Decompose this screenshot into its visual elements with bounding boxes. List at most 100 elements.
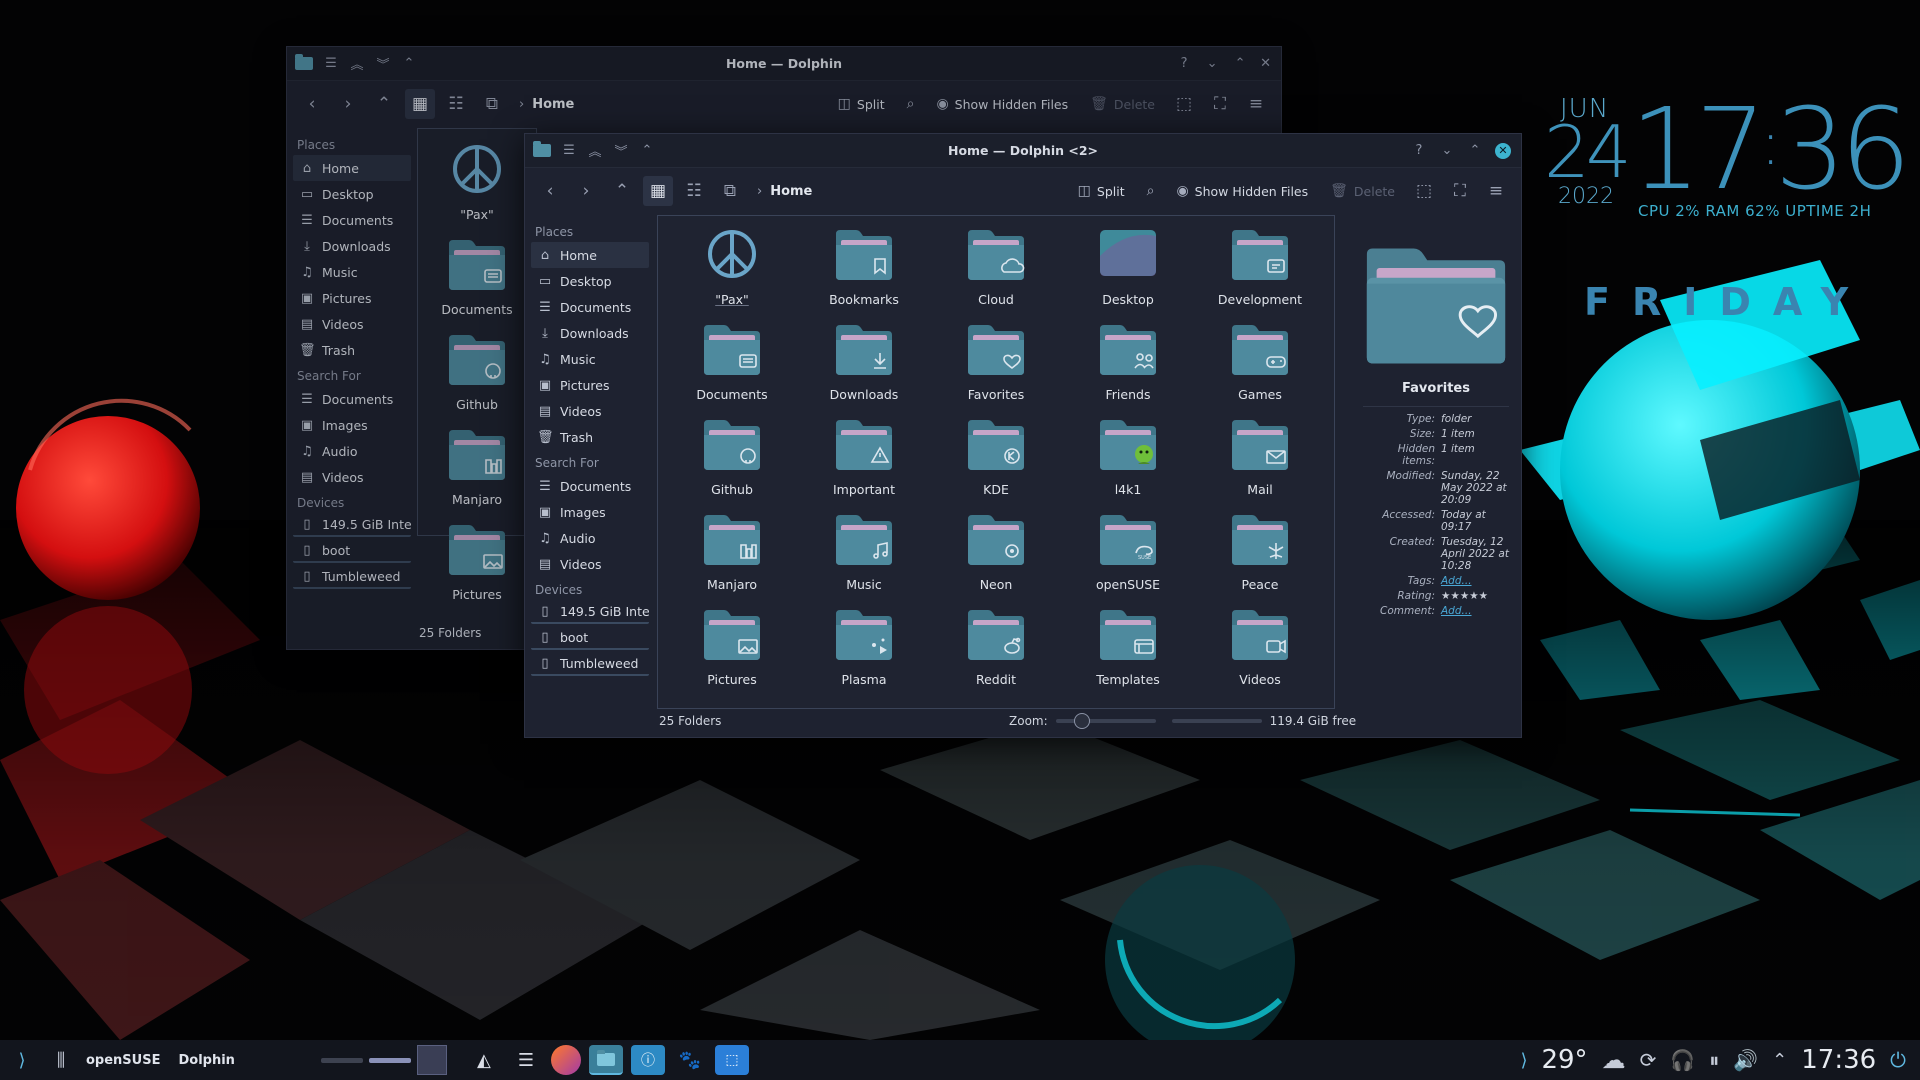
breadcrumb[interactable]: › Home: [519, 97, 574, 112]
folder-item[interactable]: Bookmarks: [798, 226, 930, 321]
sidebar-search-audio[interactable]: ♫ Audio: [293, 438, 411, 464]
search-button[interactable]: ⌕: [899, 89, 923, 119]
info-center-icon[interactable]: ⓘ: [630, 1045, 665, 1075]
menu-icon[interactable]: ☰: [561, 143, 577, 158]
taskbar-window-label[interactable]: Dolphin: [178, 1053, 234, 1068]
folder-item[interactable]: l4k1: [1062, 416, 1194, 511]
weather-temperature[interactable]: 29°: [1541, 1045, 1587, 1075]
forward-icon[interactable]: ›: [333, 89, 363, 119]
folder-item[interactable]: Manjaro: [445, 426, 509, 521]
update-icon[interactable]: ⟳: [1640, 1040, 1657, 1080]
activity-icon[interactable]: ⫼: [44, 1040, 78, 1080]
settings-icon[interactable]: ☰: [509, 1045, 543, 1075]
sidebar-device-internal[interactable]: ▯149.5 GiB Inte...: [293, 513, 411, 537]
add-link[interactable]: Add...: [1441, 605, 1472, 617]
back-icon[interactable]: ‹: [297, 89, 327, 119]
folder-item[interactable]: Favorites: [930, 321, 1062, 416]
keep-below-icon[interactable]: ︾: [375, 54, 391, 73]
select-icon[interactable]: ⬚: [1409, 176, 1439, 206]
search-button[interactable]: ⌕: [1139, 176, 1163, 206]
folder-item[interactable]: Friends: [1062, 321, 1194, 416]
minimize-icon[interactable]: ⌄: [1204, 56, 1220, 71]
show-hidden-button[interactable]: ◉ Show Hidden Files: [1168, 176, 1316, 206]
back-icon[interactable]: ‹: [535, 176, 565, 206]
sidebar-item-home[interactable]: ⌂ Home: [293, 155, 411, 181]
select-all-icon[interactable]: ⛶: [1205, 89, 1235, 119]
sidebar-item-documents[interactable]: ☰ Documents: [531, 294, 649, 320]
titlebar[interactable]: ☰ ︽ ︾ ⌃ Home — Dolphin ? ⌄ ⌃ ✕: [287, 47, 1281, 81]
maximize-icon[interactable]: ⌃: [1467, 143, 1483, 158]
sidebar-device-boot[interactable]: ▯ boot: [531, 626, 649, 650]
select-all-icon[interactable]: ⛶: [1445, 176, 1475, 206]
details-view-icon[interactable]: ⧉: [477, 89, 507, 119]
sidebar-item-home[interactable]: ⌂ Home: [531, 242, 649, 268]
titlebar[interactable]: ☰ ︽ ︾ ⌃ Home — Dolphin <2> ? ⌄ ⌃ ✕: [525, 134, 1521, 168]
show-hidden-button[interactable]: ◉ Show Hidden Files: [928, 89, 1076, 119]
folder-item[interactable]: Downloads: [798, 321, 930, 416]
breadcrumb-home[interactable]: Home: [770, 184, 812, 199]
forward-icon[interactable]: ›: [571, 176, 601, 206]
keep-above-icon[interactable]: ︽: [587, 141, 603, 160]
sidebar-search-documents[interactable]: ☰ Documents: [531, 473, 649, 499]
maximize-icon[interactable]: ⌃: [1232, 56, 1248, 71]
keep-below-icon[interactable]: ︾: [613, 141, 629, 160]
weather-icon[interactable]: ☁: [1602, 1040, 1626, 1080]
folder-item[interactable]: Documents: [666, 321, 798, 416]
folder-item[interactable]: Videos: [1194, 606, 1326, 701]
pager-desktop-3[interactable]: [416, 1045, 447, 1075]
sidebar-item-trash[interactable]: 🗑 Trash: [531, 424, 649, 450]
folder-item[interactable]: Documents: [441, 236, 513, 331]
folder-item[interactable]: Music: [798, 511, 930, 606]
sidebar-item-music[interactable]: ♫ Music: [293, 259, 411, 285]
add-link[interactable]: Add...: [1441, 575, 1472, 587]
breadcrumb-home[interactable]: Home: [532, 97, 574, 112]
pager-desktop-2[interactable]: [368, 1057, 411, 1063]
folder-item[interactable]: Reddit: [930, 606, 1062, 701]
tray-expand-icon[interactable]: ⌃: [1772, 1040, 1787, 1080]
icons-view-icon[interactable]: ▦: [405, 89, 435, 119]
dolphin-taskbar-icon[interactable]: [588, 1045, 623, 1075]
rating-stars[interactable]: ★★★★★: [1441, 590, 1488, 602]
folder-item[interactable]: Important: [798, 416, 930, 511]
hamburger-menu-icon[interactable]: ≡: [1481, 176, 1511, 206]
folder-item[interactable]: Plasma: [798, 606, 930, 701]
delete-button[interactable]: 🗑 Delete: [1082, 89, 1163, 119]
sidebar-search-images[interactable]: ▣ Images: [531, 499, 649, 525]
dolphin-window[interactable]: ☰ ︽ ︾ ⌃ Home — Dolphin <2> ? ⌄ ⌃ ✕ ‹ › ⌃…: [524, 133, 1522, 738]
sidebar-search-images[interactable]: ▣ Images: [293, 412, 411, 438]
zoom-slider-handle[interactable]: [1073, 713, 1090, 729]
sidebar-item-pictures[interactable]: ▣ Pictures: [293, 285, 411, 311]
zoom-slider[interactable]: [1055, 713, 1156, 729]
split-button[interactable]: ◫ Split: [1070, 176, 1133, 206]
folder-item[interactable]: Github: [445, 331, 509, 426]
sidebar-item-downloads[interactable]: ⤓ Downloads: [293, 233, 411, 259]
breadcrumb[interactable]: › Home: [757, 184, 812, 199]
power-icon[interactable]: ⏻: [1890, 1040, 1906, 1080]
headphones-icon[interactable]: 🎧: [1670, 1040, 1695, 1080]
help-icon[interactable]: ?: [1411, 143, 1427, 158]
sidebar-search-documents[interactable]: ☰ Documents: [293, 386, 411, 412]
help-icon[interactable]: ?: [1176, 56, 1192, 71]
menu-icon[interactable]: ☰: [323, 56, 339, 71]
folder-item[interactable]: Development: [1194, 226, 1326, 321]
folder-item[interactable]: Templates: [1062, 606, 1194, 701]
folder-item[interactable]: KDE: [930, 416, 1062, 511]
discover-icon[interactable]: ⬚: [714, 1045, 749, 1075]
select-icon[interactable]: ⬚: [1169, 89, 1199, 119]
folder-item[interactable]: Cloud: [930, 226, 1062, 321]
up-icon[interactable]: ⌃: [369, 89, 399, 119]
sidebar-item-videos[interactable]: ▤ Videos: [293, 311, 411, 337]
close-icon[interactable]: ✕: [1495, 142, 1511, 159]
pager-desktop-1[interactable]: [320, 1057, 363, 1063]
folder-item[interactable]: Mail: [1194, 416, 1326, 511]
sidebar-item-desktop[interactable]: ▭ Desktop: [531, 268, 649, 294]
folder-item[interactable]: Peace: [1194, 511, 1326, 606]
sidebar-device-tumbleweed[interactable]: ▯ Tumbleweed: [293, 565, 411, 589]
sidebar-item-pictures[interactable]: ▣ Pictures: [531, 372, 649, 398]
virtual-desktop-pager[interactable]: [320, 1045, 447, 1075]
sidebar-search-audio[interactable]: ♫ Audio: [531, 525, 649, 551]
sidebar-device-internal[interactable]: ▯149.5 GiB Inte...: [531, 600, 649, 624]
gimp-icon[interactable]: 🐾: [673, 1045, 707, 1075]
sidebar-item-videos[interactable]: ▤ Videos: [531, 398, 649, 424]
volume-icon[interactable]: 🔊: [1733, 1040, 1758, 1080]
